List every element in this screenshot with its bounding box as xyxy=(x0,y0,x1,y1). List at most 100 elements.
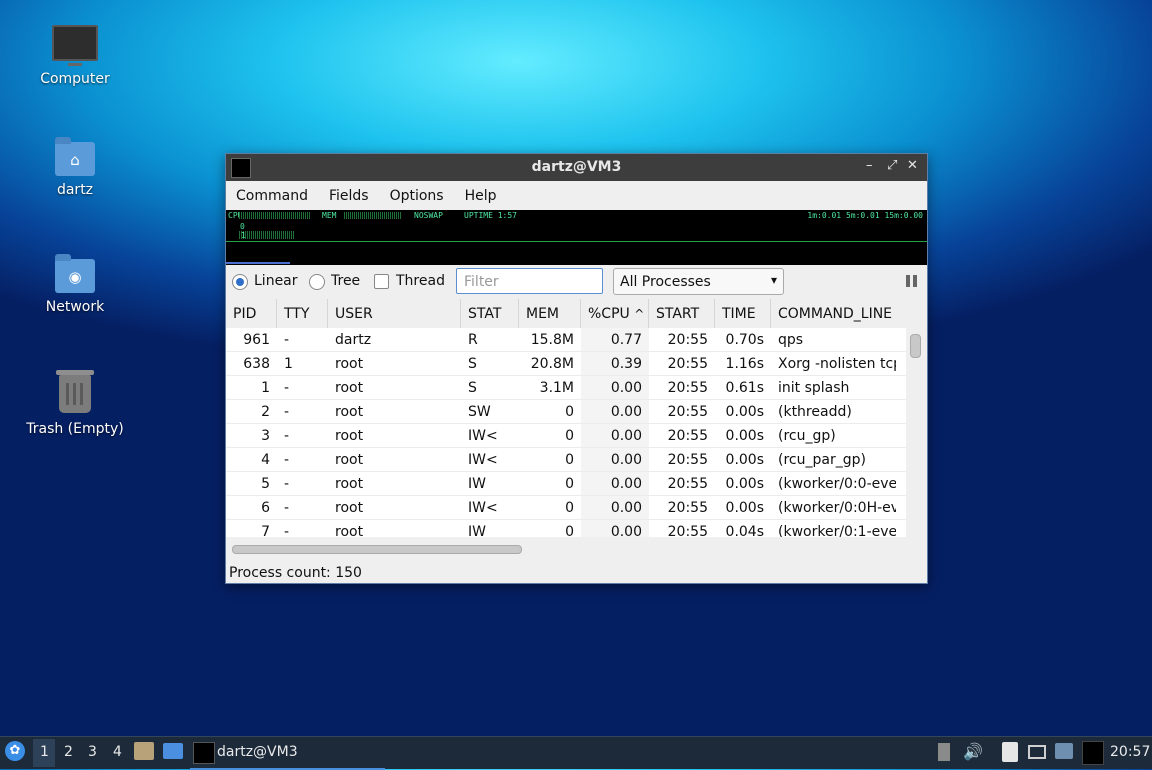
col-tty[interactable]: TTY xyxy=(277,299,328,328)
process-filter-select[interactable]: All Processes ▾ xyxy=(613,268,784,295)
col-pid[interactable]: PID xyxy=(226,299,277,328)
cell-stat: IW< xyxy=(468,452,498,468)
workspace-3[interactable]: 3 xyxy=(88,744,97,760)
workspace-4[interactable]: 4 xyxy=(113,744,122,760)
cell-stat: IW xyxy=(468,524,486,537)
col-time[interactable]: TIME xyxy=(715,299,771,328)
cell-time: 0.00s xyxy=(725,428,764,444)
table-row[interactable]: 5 - root IW 0 0.00 20:55 0.00s (kworker/… xyxy=(226,472,906,496)
cell-command: (kthreadd) xyxy=(778,404,852,420)
network-icon[interactable] xyxy=(1028,745,1046,759)
col-user[interactable]: USER xyxy=(328,299,461,328)
clipboard-icon[interactable] xyxy=(1002,742,1018,762)
thread-checkbox[interactable] xyxy=(374,274,389,289)
vertical-scrollbar[interactable] xyxy=(910,334,921,358)
table-row[interactable]: 7 - root IW 0 0.00 20:55 0.04s (kworker/… xyxy=(226,520,906,537)
mem-label: MEM xyxy=(322,211,337,220)
load-average: 1m:0.01 5m:0.01 15m:0.00 xyxy=(807,211,923,220)
desktop-icon-trash[interactable]: Trash (Empty) xyxy=(15,370,135,437)
noswap-label: NOSWAP xyxy=(414,211,443,220)
desktop-icon-home[interactable]: ⌂ dartz xyxy=(15,137,135,198)
cell-stat: IW< xyxy=(468,428,498,444)
cell-start: 20:55 xyxy=(667,428,708,444)
cell-time: 0.00s xyxy=(725,476,764,492)
process-table[interactable]: PID TTY USER STAT MEM %CPU ^ START TIME … xyxy=(226,299,906,537)
cell-user: root xyxy=(335,452,364,468)
menu-fields[interactable]: Fields xyxy=(329,188,379,204)
cpu-one-label: 1 xyxy=(241,231,246,240)
tree-label[interactable]: Tree xyxy=(331,273,360,289)
task-button-qps[interactable]: dartz@VM3 xyxy=(190,738,385,770)
minimize-button[interactable]: – xyxy=(866,158,873,173)
cell-user: root xyxy=(335,380,364,396)
cell-mem: 20.8M xyxy=(530,356,574,372)
cell-mem: 0 xyxy=(565,428,574,444)
col-command[interactable]: COMMAND_LINE xyxy=(771,299,906,328)
cell-user: root xyxy=(335,428,364,444)
start-menu-icon[interactable]: ✿ xyxy=(5,741,25,761)
linear-radio[interactable] xyxy=(232,274,248,290)
file-manager-launcher-icon[interactable] xyxy=(134,742,154,760)
cell-stat: R xyxy=(468,332,478,348)
menu-options[interactable]: Options xyxy=(390,188,454,204)
desktop-icon-network[interactable]: ◉ Network xyxy=(15,254,135,315)
menu-help[interactable]: Help xyxy=(465,188,507,204)
cell-start: 20:55 xyxy=(667,524,708,537)
clock[interactable]: 20:57 xyxy=(1110,744,1150,760)
cell-command: qps xyxy=(778,332,804,348)
cell-cpu: 0.00 xyxy=(581,400,649,423)
table-row[interactable]: 6 - root IW< 0 0.00 20:55 0.00s (kworker… xyxy=(226,496,906,520)
cell-stat: S xyxy=(468,380,477,396)
window-title: dartz@VM3 xyxy=(531,159,622,175)
col-start[interactable]: START xyxy=(649,299,715,328)
qps-window: dartz@VM3 – ⤢ ✕ Command Fields Options H… xyxy=(225,153,928,584)
view-toolbar: Linear Tree Thread Filter All Processes … xyxy=(226,265,927,299)
cell-time: 0.00s xyxy=(725,452,764,468)
cell-tty: - xyxy=(284,404,290,420)
cell-tty: - xyxy=(284,428,290,444)
cell-tty: - xyxy=(284,380,290,396)
eject-icon[interactable] xyxy=(938,743,950,761)
workspace-1[interactable]: 1 xyxy=(40,744,49,760)
table-row[interactable]: 3 - root IW< 0 0.00 20:55 0.00s (rcu_gp) xyxy=(226,424,906,448)
cell-mem: 0 xyxy=(565,404,574,420)
table-row[interactable]: 2 - root SW 0 0.00 20:55 0.00s (kthreadd… xyxy=(226,400,906,424)
filter-input[interactable]: Filter xyxy=(456,268,603,294)
cell-stat: S xyxy=(468,356,477,372)
system-graph[interactable]: CPU MEM NOSWAP UPTIME 1:57 1m:0.01 5m:0.… xyxy=(226,210,927,265)
col-mem[interactable]: MEM xyxy=(519,299,581,328)
horizontal-scrollbar[interactable] xyxy=(232,545,522,554)
linear-label[interactable]: Linear xyxy=(254,273,298,289)
desktop-launcher-icon[interactable] xyxy=(163,743,183,759)
cell-mem: 0 xyxy=(565,452,574,468)
col-cpu[interactable]: %CPU ^ xyxy=(581,299,649,328)
close-button[interactable]: ✕ xyxy=(907,158,918,173)
desktop-icon-computer[interactable]: Computer xyxy=(15,25,135,87)
table-row[interactable]: 638 1 root S 20.8M 0.39 20:55 1.16s Xorg… xyxy=(226,352,906,376)
table-row[interactable]: 961 - dartz R 15.8M 0.77 20:55 0.70s qps xyxy=(226,328,906,352)
table-row[interactable]: 4 - root IW< 0 0.00 20:55 0.00s (rcu_par… xyxy=(226,448,906,472)
volume-icon[interactable]: 🔊 xyxy=(963,742,983,761)
col-cpu-label: %CPU xyxy=(588,306,630,322)
cell-pid: 638 xyxy=(243,356,270,372)
menu-command[interactable]: Command xyxy=(236,188,318,204)
cell-user: root xyxy=(335,404,364,420)
tree-radio[interactable] xyxy=(309,274,325,290)
workspace-2[interactable]: 2 xyxy=(64,744,73,760)
show-desktop-icon[interactable] xyxy=(1082,741,1104,765)
cell-command: init splash xyxy=(778,380,850,396)
col-stat[interactable]: STAT xyxy=(461,299,519,328)
table-row[interactable]: 1 - root S 3.1M 0.00 20:55 0.61s init sp… xyxy=(226,376,906,400)
notification-icon[interactable] xyxy=(1055,743,1073,759)
process-count: Process count: 150 xyxy=(229,565,362,581)
cell-time: 0.61s xyxy=(725,380,764,396)
pause-icon[interactable] xyxy=(906,275,917,287)
table-header: PID TTY USER STAT MEM %CPU ^ START TIME … xyxy=(226,299,906,328)
cell-mem: 0 xyxy=(565,476,574,492)
cell-command: (kworker/0:0-even xyxy=(778,476,896,492)
thread-label[interactable]: Thread xyxy=(396,273,445,289)
cell-cpu: 0.00 xyxy=(581,520,649,537)
cell-pid: 2 xyxy=(261,404,270,420)
title-bar[interactable]: dartz@VM3 – ⤢ ✕ xyxy=(226,154,927,181)
maximize-button[interactable]: ⤢ xyxy=(887,158,897,173)
